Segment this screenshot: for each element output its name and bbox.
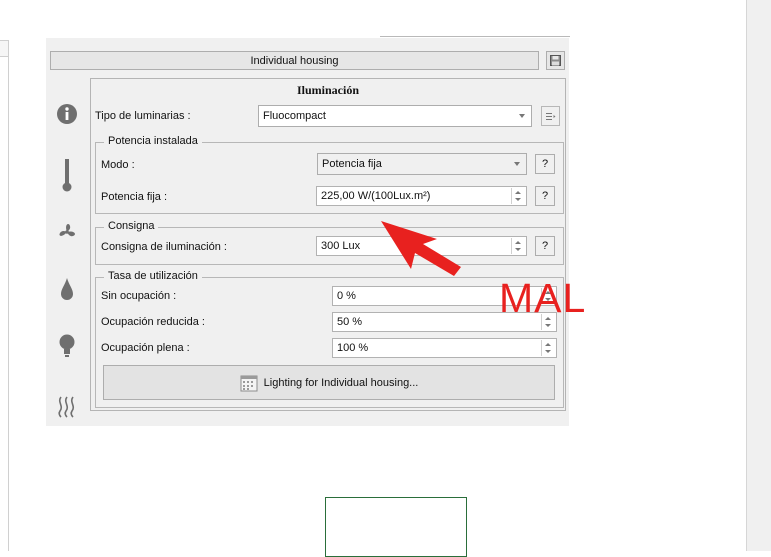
background-window-border bbox=[8, 56, 9, 551]
full-occupancy-spinbox[interactable]: 100 % bbox=[332, 338, 557, 358]
mode-select[interactable]: Potencia fija bbox=[317, 153, 527, 175]
reduced-occupancy-label: Ocupación reducida : bbox=[101, 316, 205, 328]
save-button[interactable] bbox=[546, 51, 565, 70]
fixed-power-label: Potencia fija : bbox=[101, 191, 168, 203]
full-occupancy-label: Ocupación plena : bbox=[101, 342, 190, 354]
spin-up-icon bbox=[515, 191, 521, 194]
no-occupancy-value: 0 % bbox=[337, 290, 356, 302]
fan-icon[interactable] bbox=[54, 219, 80, 245]
usage-rate-group-title: Tasa de utilización bbox=[104, 270, 202, 282]
chevron-down-icon bbox=[514, 162, 520, 166]
mode-label: Modo : bbox=[101, 159, 135, 171]
spin-up-icon bbox=[515, 241, 521, 244]
mode-value: Potencia fija bbox=[322, 158, 382, 170]
background-window-toolbar bbox=[0, 40, 9, 57]
window-title-bar[interactable]: Individual housing bbox=[50, 51, 539, 70]
annotation-text: MAL bbox=[499, 275, 587, 321]
luminaire-type-label: Tipo de luminarias : bbox=[95, 110, 191, 122]
mode-help-button[interactable]: ? bbox=[535, 154, 555, 174]
spin-down-icon bbox=[545, 324, 551, 327]
calendar-icon bbox=[240, 375, 258, 391]
spin-buttons[interactable] bbox=[511, 238, 525, 254]
no-occupancy-label: Sin ocupación : bbox=[101, 290, 177, 302]
lighting-schedule-button[interactable]: Lighting for Individual housing... bbox=[103, 365, 555, 400]
save-icon bbox=[550, 55, 561, 66]
spin-up-icon bbox=[545, 343, 551, 346]
chevron-down-icon bbox=[519, 114, 525, 118]
spin-buttons[interactable] bbox=[541, 340, 555, 356]
luminaire-menu-button[interactable] bbox=[541, 106, 560, 126]
red-arrow-annotation bbox=[381, 221, 461, 276]
list-menu-icon bbox=[546, 112, 556, 120]
setpoint-group-title: Consigna bbox=[104, 220, 159, 232]
lightbulb-icon[interactable] bbox=[54, 333, 80, 359]
lighting-schedule-button-label: Lighting for Individual housing... bbox=[263, 376, 419, 389]
fixed-power-value: 225,00 W/(100Lux.m²) bbox=[321, 190, 431, 202]
installed-power-group-title: Potencia instalada bbox=[104, 135, 202, 147]
luminaire-type-select[interactable]: Fluocompact bbox=[258, 105, 532, 127]
reduced-occupancy-value: 50 % bbox=[337, 316, 363, 328]
background-window-edge bbox=[0, 40, 9, 551]
heat-waves-icon[interactable] bbox=[54, 394, 80, 420]
background-green-frame bbox=[325, 497, 467, 557]
spin-down-icon bbox=[545, 350, 551, 353]
setpoint-label: Consigna de iluminación : bbox=[101, 241, 227, 253]
background-divider bbox=[380, 36, 570, 37]
setpoint-help-button[interactable]: ? bbox=[535, 236, 555, 256]
spin-buttons[interactable] bbox=[511, 188, 525, 204]
fixed-power-spinbox[interactable]: 225,00 W/(100Lux.m²) bbox=[316, 186, 527, 206]
luminaire-type-value: Fluocompact bbox=[263, 110, 326, 122]
water-drop-icon[interactable] bbox=[54, 276, 80, 302]
full-occupancy-value: 100 % bbox=[337, 342, 369, 354]
fixed-power-help-button[interactable]: ? bbox=[535, 186, 555, 206]
spin-down-icon bbox=[515, 198, 521, 201]
thermometer-icon[interactable] bbox=[54, 157, 80, 193]
right-scroll-area[interactable] bbox=[746, 0, 771, 551]
section-heading: Iluminación bbox=[296, 83, 359, 97]
setpoint-value: 300 Lux bbox=[321, 240, 361, 252]
info-icon[interactable] bbox=[54, 101, 80, 127]
window-title: Individual housing bbox=[250, 54, 339, 67]
spin-down-icon bbox=[515, 248, 521, 251]
